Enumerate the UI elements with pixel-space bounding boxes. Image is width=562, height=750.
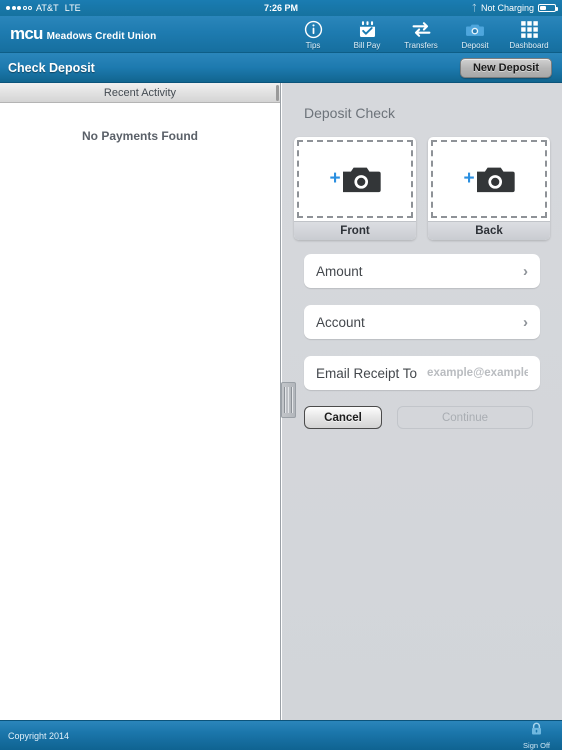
main-navigation-bar: mcu Meadows Credit Union Tips Bill Pay T…	[0, 16, 562, 53]
chevron-right-icon: ›	[523, 313, 528, 331]
email-receipt-label: Email Receipt To	[316, 365, 418, 381]
recent-activity-scrollbar[interactable]	[276, 85, 279, 101]
brand-logo: mcu Meadows Credit Union	[0, 24, 156, 44]
capture-front-button[interactable]: + Front	[294, 137, 416, 240]
recent-activity-title: Recent Activity	[103, 86, 177, 99]
amount-field-label: Amount	[316, 263, 363, 279]
lock-icon	[530, 722, 543, 741]
plus-icon: +	[329, 167, 341, 189]
chevron-right-icon: ›	[523, 262, 528, 280]
continue-button: Continue	[397, 406, 533, 429]
bluetooth-icon: ᛏ	[471, 3, 477, 13]
capture-back-button[interactable]: + Back	[428, 137, 550, 240]
sign-off-label: Sign Off	[523, 740, 550, 750]
nav-icon-group: Tips Bill Pay Transfers Deposit Dashboar…	[286, 18, 562, 50]
deposit-check-pane: Deposit Check + Front + Back Amount › Ac…	[282, 83, 562, 720]
plus-icon: +	[463, 167, 475, 189]
split-view-divider-handle[interactable]	[281, 382, 296, 418]
capture-back-label: Back	[428, 221, 550, 240]
status-bar-right: ᛏ Not Charging	[471, 3, 558, 13]
battery-icon	[538, 4, 558, 12]
check-capture-row: + Front + Back	[282, 121, 562, 240]
nav-label-tips: Tips	[305, 41, 321, 50]
camera-add-icon: +	[329, 165, 381, 194]
brand-full-label: Meadows Credit Union	[46, 31, 157, 42]
nav-item-deposit[interactable]: Deposit	[448, 18, 502, 50]
amount-field-row[interactable]: Amount ›	[304, 254, 540, 288]
nav-item-bill-pay[interactable]: Bill Pay	[340, 18, 394, 50]
camera-add-icon: +	[463, 165, 515, 194]
nav-label-transfers: Transfers	[404, 41, 438, 50]
transfer-arrows-icon	[411, 19, 432, 40]
nav-item-dashboard[interactable]: Dashboard	[502, 18, 556, 50]
recent-activity-pane: Recent Activity No Payments Found	[0, 83, 281, 720]
nav-item-transfers[interactable]: Transfers	[394, 18, 448, 50]
nav-label-dashboard: Dashboard	[509, 41, 549, 50]
nav-label-deposit: Deposit	[461, 41, 489, 50]
camera-icon	[465, 19, 485, 40]
capture-front-label: Front	[294, 221, 416, 240]
page-title: Check Deposit	[8, 60, 95, 75]
capture-back-dropzone[interactable]: +	[431, 140, 547, 218]
empty-state-message: No Payments Found	[81, 129, 198, 143]
charging-status-label: Not Charging	[480, 3, 534, 13]
account-field-row[interactable]: Account ›	[304, 305, 540, 339]
deposit-check-heading: Deposit Check	[304, 105, 396, 121]
status-bar: AT&T LTE 7:26 PM ᛏ Not Charging	[0, 0, 562, 16]
grid-icon	[520, 19, 539, 40]
info-circle-icon	[304, 19, 323, 40]
recent-activity-header: Recent Activity	[0, 83, 280, 103]
account-field-label: Account	[316, 314, 365, 330]
footer-bar: Copyright 2014 Sign Off	[0, 720, 562, 750]
email-receipt-row[interactable]: Email Receipt To	[304, 356, 540, 390]
email-receipt-input[interactable]	[427, 367, 528, 379]
calendar-check-icon	[358, 19, 377, 40]
nav-item-tips[interactable]: Tips	[286, 18, 340, 50]
deposit-fields: Amount › Account › Email Receipt To	[282, 240, 562, 390]
content-area: Recent Activity No Payments Found Deposi…	[0, 83, 562, 720]
copyright-label: Copyright 2014	[8, 730, 70, 741]
brand-short-label: mcu	[10, 24, 43, 43]
check-deposit-app: AT&T LTE 7:26 PM ᛏ Not Charging mcu Mead…	[0, 0, 562, 750]
nav-label-bill-pay: Bill Pay	[353, 41, 381, 50]
page-title-bar: Check Deposit New Deposit	[0, 53, 562, 83]
cancel-button[interactable]: Cancel	[304, 406, 382, 429]
sign-off-button[interactable]: Sign Off	[523, 722, 550, 750]
new-deposit-button[interactable]: New Deposit	[459, 57, 552, 78]
capture-front-dropzone[interactable]: +	[297, 140, 413, 218]
deposit-actions: Cancel Continue	[282, 390, 562, 429]
